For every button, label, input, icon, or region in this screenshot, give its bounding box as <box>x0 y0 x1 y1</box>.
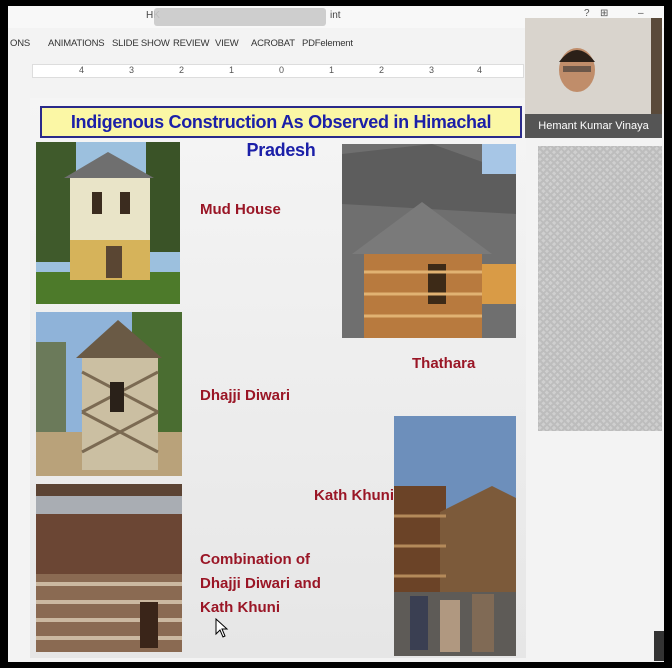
label-dhajji-diwari: Dhajji Diwari <box>200 387 291 404</box>
redacted-title <box>154 8 326 26</box>
tab-animations[interactable]: ANIMATIONS <box>48 38 105 49</box>
tab-transitions[interactable]: ONS <box>10 38 30 49</box>
screen-frame: HK int ? ⊞ – ONS ANIMATIONS SLIDE SHOW R… <box>8 6 664 662</box>
ruler-tick: 0 <box>279 65 285 75</box>
tab-slide-show[interactable]: SLIDE SHOW <box>112 38 170 49</box>
scrollbar[interactable] <box>654 631 664 661</box>
ruler-tick: 4 <box>79 65 85 75</box>
ruler-tick: 4 <box>477 65 483 75</box>
dhajji-diwari-photo <box>36 312 182 476</box>
ruler-tick: 3 <box>129 65 135 75</box>
ruler-tick: 2 <box>179 65 185 75</box>
ruler-tick: 2 <box>379 65 385 75</box>
tab-review[interactable]: REVIEW <box>173 38 209 49</box>
label-combination-line-2: Dhajji Diwari and <box>200 575 321 592</box>
mouse-cursor-icon <box>215 618 229 638</box>
label-combination-line-1: Combination of <box>200 551 310 568</box>
mud-house-photo <box>36 142 180 304</box>
combination-photo <box>36 484 182 652</box>
document-title-right: int <box>330 10 341 21</box>
label-combination-line-3: Kath Khuni <box>200 599 280 616</box>
tab-acrobat[interactable]: ACROBAT <box>251 38 295 49</box>
slide-title: Indigenous Construction As Observed in H… <box>40 106 522 160</box>
ruler-tick: 1 <box>329 65 335 75</box>
ribbon-tabs: ONS ANIMATIONS SLIDE SHOW REVIEW VIEW AC… <box>8 32 528 54</box>
horizontal-ruler: 4 3 2 1 0 1 2 3 4 <box>32 64 524 78</box>
thathara-photo <box>342 144 516 338</box>
slide-canvas[interactable]: Indigenous Construction As Observed in H… <box>30 98 526 658</box>
label-kath-khuni: Kath Khuni <box>314 487 394 504</box>
tab-pdfelement[interactable]: PDFelement <box>302 38 353 49</box>
ruler-tick: 1 <box>229 65 235 75</box>
participant-video-tile[interactable]: Hemant Kumar Vinaya <box>525 18 662 138</box>
kath-khuni-photo <box>394 416 516 656</box>
label-mud-house: Mud House <box>200 201 281 218</box>
empty-video-placeholder <box>538 146 662 431</box>
label-thathara: Thathara <box>412 355 476 372</box>
tab-view[interactable]: VIEW <box>215 38 239 49</box>
ruler-tick: 3 <box>429 65 435 75</box>
participant-name: Hemant Kumar Vinaya <box>525 114 662 138</box>
